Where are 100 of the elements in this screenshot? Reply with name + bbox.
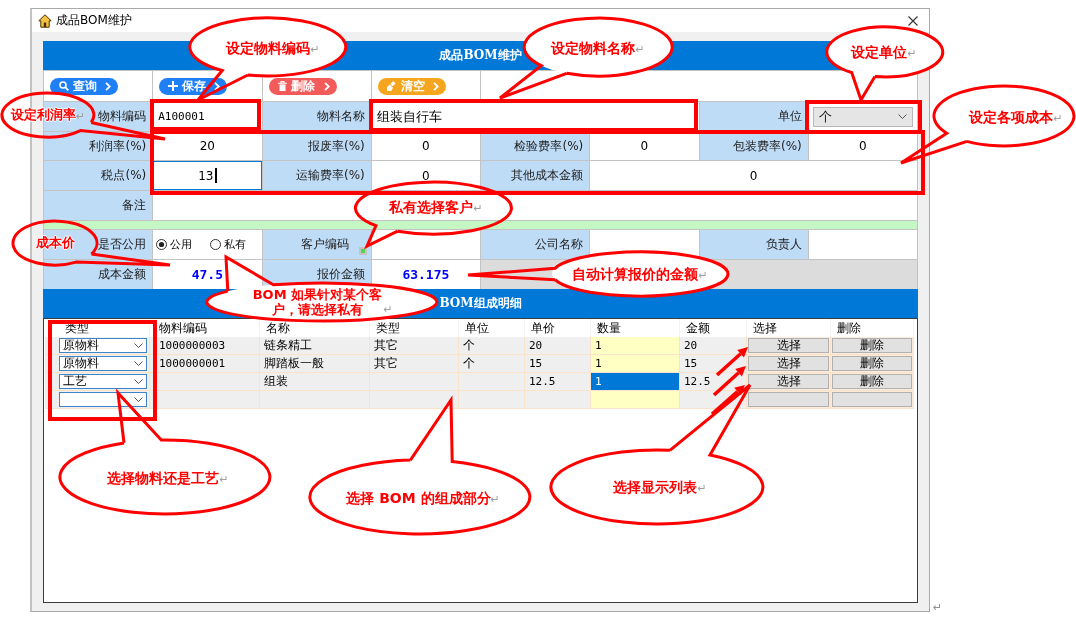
chevron-down-icon bbox=[134, 361, 143, 366]
save-button[interactable]: 保存 bbox=[159, 77, 228, 95]
table-cell: 20 bbox=[525, 337, 591, 355]
trash-icon bbox=[277, 81, 287, 91]
cost-field[interactable]: 0 bbox=[808, 132, 917, 160]
unit-select[interactable]: 个 bbox=[812, 106, 913, 127]
callout-text: 私有选择客户 bbox=[389, 198, 474, 216]
choose-button[interactable]: 选择 bbox=[748, 338, 829, 353]
field-label: 物料名称 bbox=[262, 102, 371, 131]
callout-text: 选择物料还是工艺 bbox=[107, 469, 220, 487]
table-cell: 20 bbox=[680, 337, 747, 355]
callout-text: 选择显示列表 bbox=[613, 478, 698, 496]
quantity-field[interactable] bbox=[591, 391, 680, 409]
field-label: 税点(%) bbox=[44, 161, 153, 190]
field-label: 负责人 bbox=[699, 230, 808, 259]
cost-field[interactable]: 20 bbox=[153, 132, 262, 160]
cost-field[interactable]: 0 bbox=[371, 132, 480, 160]
paragraph-mark: ↵ bbox=[473, 202, 483, 216]
field-label: 备注 bbox=[44, 191, 153, 220]
paragraph-mark: ↵ bbox=[635, 43, 645, 57]
type-select[interactable]: 原物料 bbox=[59, 356, 147, 371]
chevron-right-icon bbox=[105, 81, 111, 91]
picker-icon[interactable] bbox=[358, 247, 367, 255]
field-label: 客户编码 bbox=[300, 236, 349, 253]
owner-field[interactable] bbox=[808, 230, 917, 259]
table-cell: 其它 bbox=[370, 337, 459, 355]
quantity-field[interactable]: 1 bbox=[591, 337, 680, 355]
home-icon bbox=[38, 13, 52, 28]
chevron-down-icon bbox=[134, 397, 143, 402]
table-cell: 1000000003 bbox=[150, 337, 260, 355]
table-cell: 15 bbox=[525, 355, 591, 373]
chevron-right-icon bbox=[214, 81, 221, 91]
callout-text: 设定单位 bbox=[851, 43, 908, 61]
search-icon bbox=[59, 81, 69, 91]
plus-icon bbox=[168, 81, 179, 91]
chevron-down-icon bbox=[898, 114, 907, 119]
paragraph-mark: ↵ bbox=[310, 43, 320, 57]
callout-text: 设定物料名称 bbox=[551, 39, 636, 57]
choose-button[interactable]: 选择 bbox=[748, 356, 829, 371]
amount-value: 47.5 bbox=[153, 260, 262, 289]
choose-button[interactable]: 选择 bbox=[748, 374, 829, 389]
table-cell: 链条精工 bbox=[260, 337, 370, 355]
search-button[interactable]: 查询 bbox=[50, 77, 118, 95]
section-title: 成品BOM维护 bbox=[439, 47, 522, 64]
paragraph-mark: ↵ bbox=[933, 602, 943, 614]
window-title: 成品BOM维护 bbox=[56, 12, 133, 29]
paragraph-mark: ↵ bbox=[383, 302, 393, 317]
table-cell bbox=[459, 373, 525, 391]
cost-field[interactable]: 0 bbox=[590, 132, 699, 160]
table-cell: 个 bbox=[459, 355, 525, 373]
paragraph-mark: ↵ bbox=[907, 46, 917, 61]
brush-icon bbox=[386, 81, 397, 91]
cost-field[interactable]: 13 bbox=[153, 161, 262, 190]
table-cell: 1000000001 bbox=[150, 355, 260, 373]
chevron-right-icon bbox=[432, 81, 439, 91]
pointer-arrow bbox=[710, 385, 745, 416]
callout-text: 设定物料编码 bbox=[226, 39, 311, 57]
chevron-down-icon bbox=[134, 379, 143, 384]
callout-text: BOM 如果针对某个客户，请选择私有 bbox=[251, 287, 384, 317]
field-label: 检验费率(%) bbox=[481, 132, 590, 160]
radio-option[interactable]: 公用 bbox=[156, 237, 193, 252]
callout-text: 自动计算报价的金额 bbox=[572, 265, 699, 283]
text-cursor-icon bbox=[214, 168, 217, 183]
callout-text: 设定各项成本 bbox=[969, 108, 1054, 126]
paragraph-mark: ↵ bbox=[697, 482, 707, 496]
remove-button[interactable]: 删除 bbox=[832, 374, 912, 389]
field-label: 报废率(%) bbox=[262, 132, 371, 160]
paragraph-mark: ↵ bbox=[219, 472, 229, 487]
remove-button[interactable]: 删除 bbox=[832, 356, 912, 371]
callout-text: 成本价 bbox=[35, 234, 75, 252]
field-label: 运输费率(%) bbox=[262, 161, 371, 190]
close-icon[interactable] bbox=[908, 15, 918, 26]
field-label: 包装费率(%) bbox=[699, 132, 808, 160]
table-cell: 脚踏板一般 bbox=[260, 355, 370, 373]
paragraph-mark: ↵ bbox=[490, 493, 500, 507]
paragraph-mark: ↵ bbox=[698, 268, 708, 283]
quantity-field[interactable]: 1 bbox=[591, 373, 680, 391]
radio-option[interactable]: 私有 bbox=[210, 237, 247, 252]
table-cell: 其它 bbox=[370, 355, 459, 373]
paragraph-mark: ↵ bbox=[1053, 112, 1063, 126]
remove-button[interactable]: 删除 bbox=[832, 338, 912, 353]
table-cell: 组装 bbox=[260, 373, 370, 391]
table-cell bbox=[459, 391, 525, 409]
table-cell: 12.5 bbox=[525, 373, 591, 391]
chevron-right-icon bbox=[323, 81, 330, 91]
cost-field[interactable]: 0 bbox=[590, 161, 917, 190]
quantity-field[interactable]: 1 bbox=[591, 355, 680, 373]
table-cell: 个 bbox=[459, 337, 525, 355]
section-title: BOM组成明细 bbox=[439, 295, 522, 312]
type-select[interactable]: 原物料 bbox=[59, 338, 147, 353]
field-label: 其他成本金额 bbox=[481, 161, 590, 190]
paragraph-mark: ↵ bbox=[75, 110, 86, 124]
field-label: 单位 bbox=[699, 102, 808, 131]
callout-text: 设定利润率 bbox=[10, 106, 76, 124]
field-label: 公司名称 bbox=[481, 230, 590, 259]
type-select[interactable]: 工艺 bbox=[59, 374, 147, 389]
callout-text: 选择 BOM 的组成部分 bbox=[346, 489, 491, 507]
chevron-down-icon bbox=[134, 343, 143, 348]
type-select[interactable] bbox=[59, 392, 147, 407]
table-cell bbox=[525, 391, 591, 409]
